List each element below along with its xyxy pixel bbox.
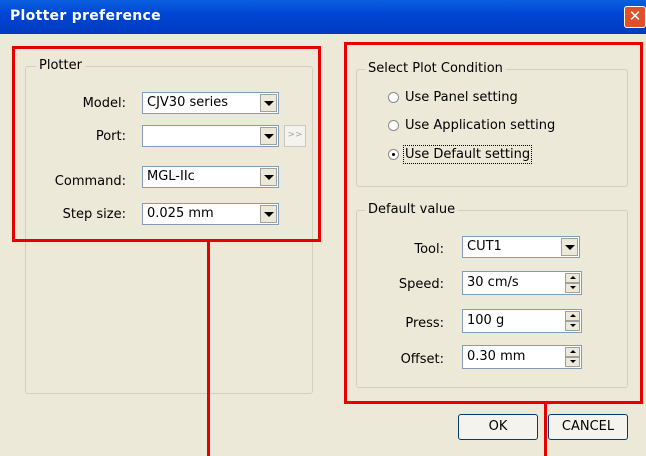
annotation-box-conditions bbox=[344, 42, 643, 404]
title-bar[interactable]: Plotter preference ✕ bbox=[0, 0, 646, 34]
annotation-leader-right bbox=[544, 404, 547, 456]
annotation-box-plotter bbox=[12, 46, 321, 242]
close-icon[interactable]: ✕ bbox=[624, 6, 646, 28]
annotation-leader-left bbox=[207, 242, 210, 456]
ok-button[interactable]: OK bbox=[458, 414, 538, 440]
plotter-preference-dialog: Plotter preference ✕ Plotter Model: CJV3… bbox=[0, 0, 646, 456]
cancel-button[interactable]: CANCEL bbox=[548, 414, 628, 440]
window-title: Plotter preference bbox=[10, 8, 161, 24]
